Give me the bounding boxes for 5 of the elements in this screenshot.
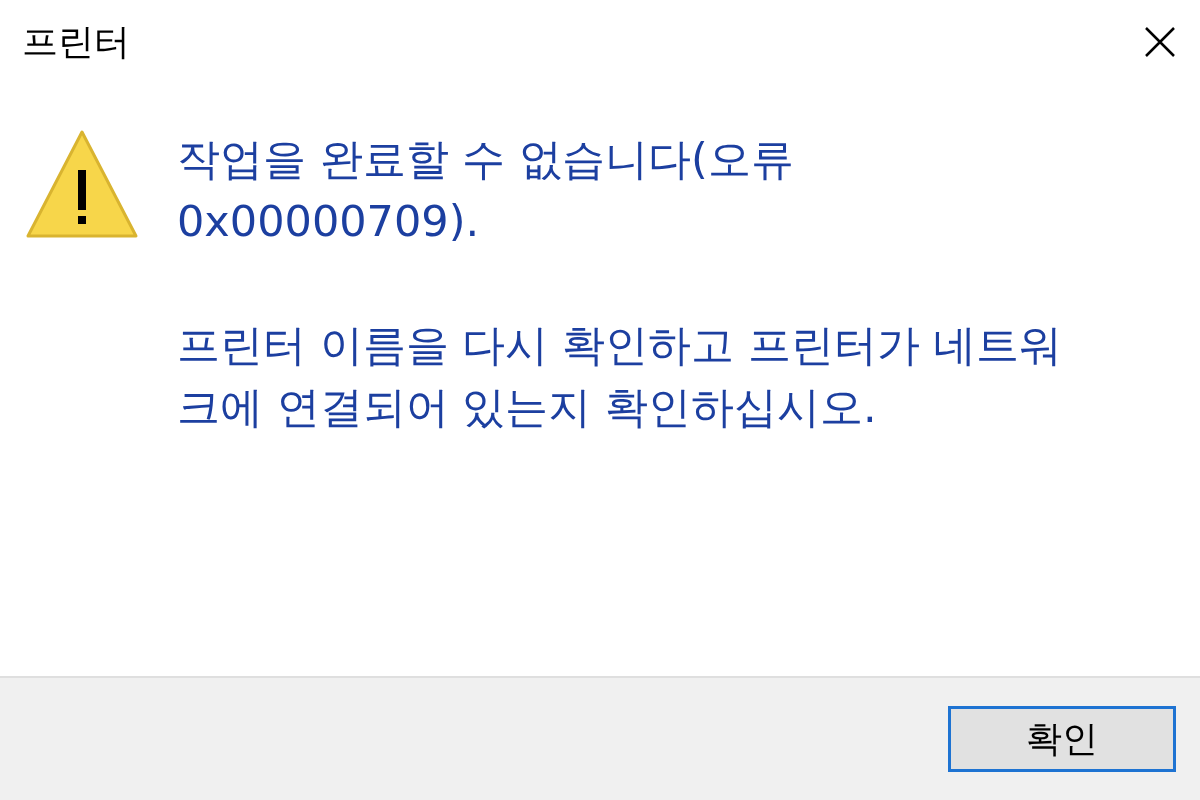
ok-button[interactable]: 확인 (948, 706, 1176, 772)
error-detail: 프린터 이름을 다시 확인하고 프린터가 네트워크에 연결되어 있는지 확인하십시오. (177, 319, 1064, 434)
warning-icon (25, 128, 139, 240)
window-title: 프린터 (22, 19, 130, 64)
error-message: 작업을 완료할 수 없습니다(오류 0x00000709). (177, 133, 795, 248)
